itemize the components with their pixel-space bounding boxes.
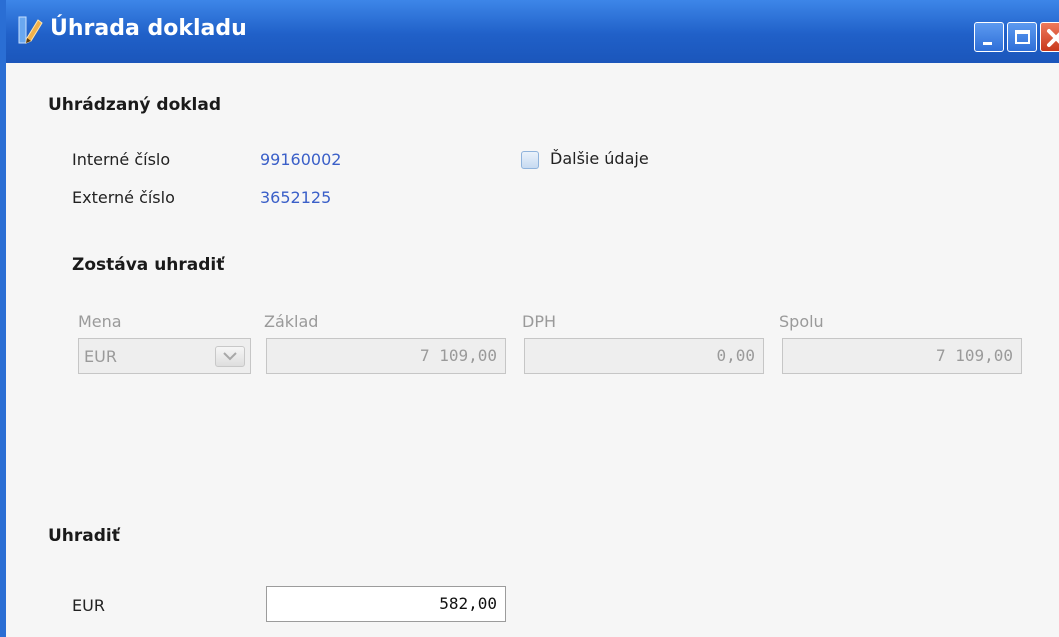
- internal-number-label: Interné číslo: [72, 150, 171, 169]
- external-number-value: 3652125: [260, 188, 332, 207]
- currency-label: Mena: [78, 312, 122, 331]
- pay-currency-label: EUR: [72, 596, 105, 615]
- close-icon[interactable]: [1040, 22, 1059, 52]
- vat-amount-field: 0,00: [524, 338, 764, 374]
- window-title: Úhrada dokladu: [50, 16, 247, 41]
- checkbox-box[interactable]: [521, 151, 539, 169]
- document-section-title: Uhrádzaný doklad: [48, 95, 222, 115]
- edit-document-icon: [18, 14, 44, 44]
- currency-select-value: EUR: [84, 347, 117, 366]
- chevron-down-icon: [215, 346, 245, 367]
- currency-select: EUR: [78, 338, 251, 374]
- minimize-icon[interactable]: [974, 22, 1004, 52]
- base-amount-field: 7 109,00: [266, 338, 506, 374]
- pay-section-title: Uhradiť: [48, 526, 120, 546]
- total-amount-field: 7 109,00: [782, 338, 1022, 374]
- base-label: Základ: [264, 312, 319, 331]
- external-number-label: Externé číslo: [72, 188, 175, 207]
- vat-label: DPH: [522, 312, 556, 331]
- maximize-icon[interactable]: [1007, 22, 1037, 52]
- remaining-section-title: Zostáva uhradiť: [72, 255, 225, 275]
- payment-window: Úhrada dokladu Uhrádzaný doklad Interné …: [0, 0, 1059, 637]
- internal-number-value: 99160002: [260, 150, 342, 169]
- total-label: Spolu: [779, 312, 824, 331]
- more-details-label[interactable]: Ďalšie údaje: [550, 149, 649, 168]
- pay-amount-input[interactable]: 582,00: [266, 586, 506, 622]
- title-bar[interactable]: Úhrada dokladu: [6, 0, 1059, 63]
